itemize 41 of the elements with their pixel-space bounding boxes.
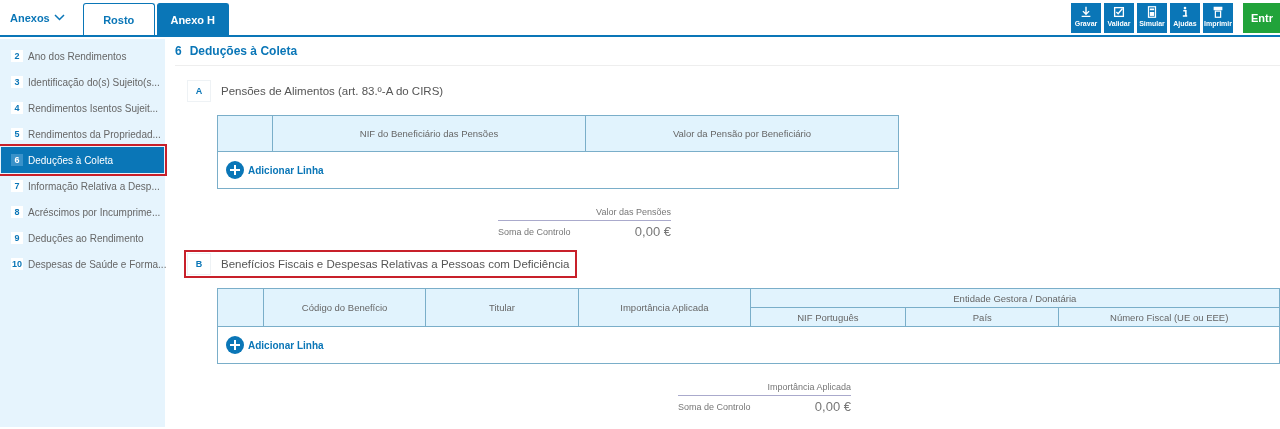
sidebar-item[interactable]: 2 Ano dos Rendimentos (1, 43, 164, 69)
column-header: Valor da Pensão por Beneficiário (585, 115, 899, 152)
submit-button[interactable]: Entr (1243, 2, 1280, 33)
printer-icon (1211, 4, 1225, 19)
annexes-label[interactable]: Anexos (10, 11, 50, 24)
sidebar-item[interactable]: 4 Rendimentos Isentos Sujeit... (1, 95, 164, 121)
plus-icon (226, 336, 244, 354)
section-title: Pensões de Alimentos (art. 83.º-A do CIRS) (221, 85, 444, 97)
sidebar-item[interactable]: 9 Deduções ao Rendimento (1, 225, 164, 251)
tab[interactable]: Anexo H (156, 3, 229, 35)
section-letter: A (187, 80, 211, 102)
sidebar-item[interactable]: 7 Informação Relativa a Desp... (1, 173, 164, 199)
check-icon (1112, 4, 1126, 19)
section-number: 6 (175, 44, 182, 58)
page-title: Deduções à Coleta (189, 44, 298, 58)
add-row-button[interactable]: Adicionar Linha (226, 336, 324, 354)
column-header: Importância Aplicada (578, 288, 751, 327)
sidebar-item[interactable]: 10 Despesas de Saúde e Forma... (1, 251, 164, 277)
sum-label: Soma de Controlo (498, 226, 572, 239)
calculator-icon (1145, 4, 1159, 19)
sidebar-item[interactable]: 5 Rendimentos da Propriedad... (1, 121, 164, 147)
section-title: Benefícios Fiscais e Despesas Relativas a Pessoas com Deficiência (221, 258, 570, 270)
column-header: Código do Benefício (263, 288, 426, 327)
sidebar-item[interactable]: 8 Acréscimos por Incumprime... (1, 199, 164, 225)
plus-icon (226, 161, 244, 179)
download-icon (1079, 4, 1093, 19)
column-header: Titular (425, 288, 579, 327)
column-header: NIF do Beneficiário das Pensões (272, 115, 586, 152)
add-row-button[interactable]: Adicionar Linha (226, 161, 324, 179)
chevron-down-icon (53, 14, 65, 21)
sum-value: 0,00 € (633, 223, 671, 239)
sum-heading: Importância Aplicada (678, 382, 851, 396)
sum-label: Soma de Controlo (678, 401, 752, 414)
section-letter: B (187, 253, 211, 275)
tab[interactable]: Rosto (82, 3, 155, 35)
annexes-menu[interactable]: Anexos (10, 11, 65, 24)
sidebar-item[interactable]: 3 Identificação do(s) Sujeito(s... (1, 69, 164, 95)
sum-heading: Valor das Pensões (498, 207, 671, 221)
sidebar-item[interactable]: 6 Deduções à Coleta (1, 147, 164, 173)
sum-value: 0,00 € (813, 398, 851, 414)
column-group-header: Entidade Gestora / Donatária (750, 288, 1280, 308)
